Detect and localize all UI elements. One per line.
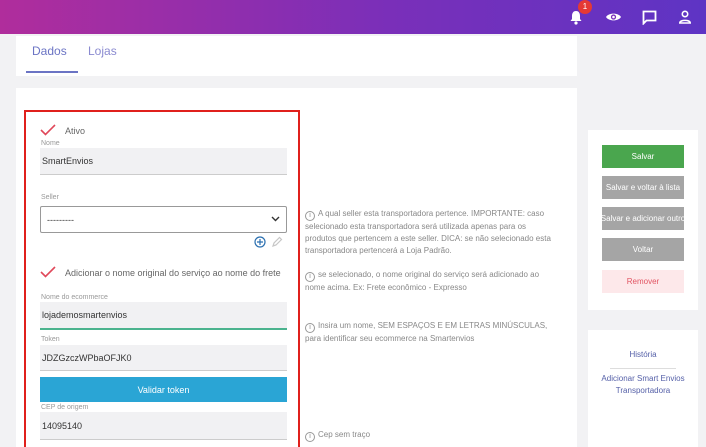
add-seller-icon[interactable]: [254, 236, 266, 248]
help-cep-text: Cep sem traço: [318, 430, 371, 439]
chevron-down-icon: [271, 216, 280, 222]
tab-lojas[interactable]: Lojas: [88, 44, 117, 58]
adicionar-nome-checkbox[interactable]: [40, 266, 56, 278]
salvar-adicionar-button[interactable]: Salvar e adicionar outro: [602, 207, 684, 230]
ecommerce-label: Nome do ecommerce: [41, 294, 108, 301]
token-label: Token: [41, 336, 60, 343]
info-icon: i: [305, 323, 315, 333]
notification-badge: 1: [578, 0, 592, 14]
help-cep: i Cep sem traço: [305, 429, 555, 442]
salvar-button[interactable]: Salvar: [602, 145, 684, 168]
info-icon: i: [305, 211, 315, 221]
ecommerce-field[interactable]: lojademosmartenvios: [40, 302, 287, 330]
salvar-voltar-button[interactable]: Salvar e voltar à lista: [602, 176, 684, 199]
ativo-label: Ativo: [65, 126, 86, 136]
links-divider: [610, 368, 676, 369]
help-nome-original-text: se selecionado, o nome original do servi…: [305, 270, 540, 292]
chat-icon[interactable]: [640, 8, 658, 26]
edit-seller-icon[interactable]: [271, 236, 283, 248]
help-nome-original: i se selecionado, o nome original do serv…: [305, 269, 555, 294]
validar-token-button[interactable]: Validar token: [40, 377, 287, 402]
seller-select[interactable]: ---------: [40, 206, 287, 233]
info-icon: i: [305, 272, 315, 282]
nome-field[interactable]: SmartEnvios: [40, 148, 287, 175]
seller-label: Seller: [41, 194, 59, 201]
remover-button[interactable]: Remover: [602, 270, 684, 293]
help-seller-text: A qual seller esta transportadora perten…: [305, 209, 551, 255]
active-tab-indicator: [26, 71, 78, 73]
user-icon[interactable]: [676, 8, 694, 26]
cep-field[interactable]: 14095140: [40, 412, 287, 440]
help-ecommerce: i Insira um nome, SEM ESPAÇOS E EM LETRAS…: [305, 320, 555, 345]
info-icon: i: [305, 432, 315, 442]
nome-label: Nome: [41, 140, 60, 147]
cep-label: CEP de origem: [41, 404, 89, 411]
eye-icon[interactable]: [604, 8, 622, 26]
adicionar-nome-label: Adicionar o nome original do serviço ao …: [65, 268, 281, 278]
help-seller: iA qual seller esta transportadora perte…: [305, 208, 555, 257]
tab-dados[interactable]: Dados: [32, 44, 67, 58]
voltar-button[interactable]: Voltar: [602, 238, 684, 261]
seller-select-value: ---------: [47, 214, 74, 225]
help-ecommerce-text: Insira um nome, SEM ESPAÇOS E EM LETRAS …: [305, 321, 548, 343]
top-bar: [0, 0, 706, 34]
adicionar-transportadora-link[interactable]: Adicionar Smart Envios Transportadora: [598, 373, 688, 397]
tabs-card: Dados Lojas: [16, 36, 577, 76]
historia-link[interactable]: História: [598, 349, 688, 361]
ativo-checkbox[interactable]: [40, 124, 56, 136]
token-field[interactable]: JDZGzczWPbaOFJK0: [40, 345, 287, 371]
